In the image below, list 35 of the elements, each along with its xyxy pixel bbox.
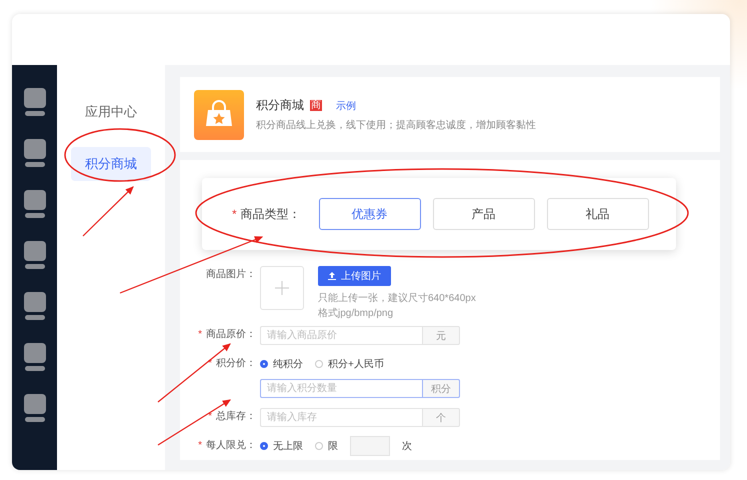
app-icon[interactable] — [24, 190, 46, 218]
field-label: 商品图片： — [205, 268, 256, 282]
unit-label: 积分 — [422, 379, 460, 398]
nav-item[interactable]: 应用中心 — [71, 95, 151, 129]
type-option[interactable]: 产品 — [432, 198, 535, 230]
upload-icon — [328, 272, 336, 280]
limit-field[interactable] — [350, 436, 390, 456]
type-option[interactable]: 礼品 — [546, 198, 649, 230]
field-label: * 商品原价： — [197, 328, 256, 342]
upload-button[interactable]: 上传图片 — [318, 266, 391, 286]
app-title: 积分商城 — [256, 97, 304, 114]
unit-label: 元 — [422, 326, 460, 345]
app-icon[interactable] — [24, 241, 46, 269]
hint-text: 只能上传一张，建议尺寸640*640px — [318, 293, 476, 305]
app-icon[interactable] — [24, 139, 46, 167]
hint-text: 格式jpg/bmp/png — [318, 308, 394, 320]
example-link[interactable]: 示例 — [336, 98, 356, 112]
tag-label: 商 — [310, 100, 322, 111]
radio-option[interactable]: 纯积分 — [260, 357, 303, 371]
nav-item[interactable]: 积分商城 — [71, 147, 151, 181]
app-description: 积分商品线上兑换，线下使用；提高顾客忠诚度，增加顾客黏性 — [256, 118, 536, 132]
unit-label: 次 — [402, 440, 412, 453]
app-icon[interactable] — [24, 394, 46, 422]
radio-option[interactable]: 积分+人民币 — [315, 357, 384, 371]
app-icon[interactable] — [24, 343, 46, 371]
input-field[interactable]: 请输入积分数量 — [260, 379, 422, 398]
field-label: * 每人限兑： — [197, 438, 256, 453]
app-icon[interactable] — [24, 292, 46, 320]
radio-option[interactable]: 限 — [315, 439, 338, 453]
field-label: * 商品类型： — [232, 206, 301, 222]
type-option[interactable]: 优惠券 — [318, 198, 421, 230]
unit-label: 个 — [422, 408, 460, 427]
radio-option[interactable]: 无上限 — [260, 439, 303, 453]
shopping-bag-icon — [194, 90, 244, 140]
app-icon[interactable] — [24, 88, 46, 116]
